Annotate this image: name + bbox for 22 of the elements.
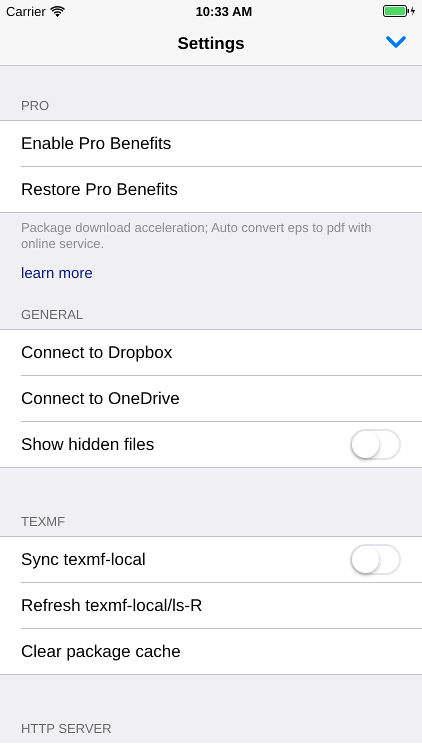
section-header: PRO (21, 98, 50, 113)
setting-label: Sync texmf-local (21, 550, 146, 570)
learn-more-link[interactable]: learn more (21, 265, 93, 282)
chevron-down-icon[interactable] (386, 36, 406, 49)
settings-item[interactable]: Connect to Dropbox (21, 342, 172, 362)
nav-title: Settings (177, 34, 245, 54)
status-time: 10:33 AM (196, 4, 252, 18)
section-footer-text: Package download acceleration; Auto convert eps to pdf with online service. (21, 220, 372, 252)
wifi-icon (50, 6, 65, 16)
setting-label: Show hidden files (21, 434, 154, 454)
settings-item[interactable]: Restore Pro Benefits (21, 180, 178, 200)
settings-item[interactable]: Connect to OneDrive (21, 388, 180, 408)
section-header: TEXMF (21, 514, 66, 529)
toggle-switch[interactable] (350, 429, 401, 460)
toggle-switch[interactable] (350, 544, 401, 575)
settings-item[interactable]: Enable Pro Benefits (21, 134, 172, 154)
settings-item[interactable]: Refresh texmf-local/ls-R (21, 596, 202, 616)
section-header: GENERAL (21, 307, 84, 322)
carrier-name: Carrier (6, 4, 46, 18)
section-header: HTTP SERVER (21, 721, 112, 736)
battery-icon (383, 5, 416, 17)
settings-item[interactable]: Clear package cache (21, 642, 181, 662)
